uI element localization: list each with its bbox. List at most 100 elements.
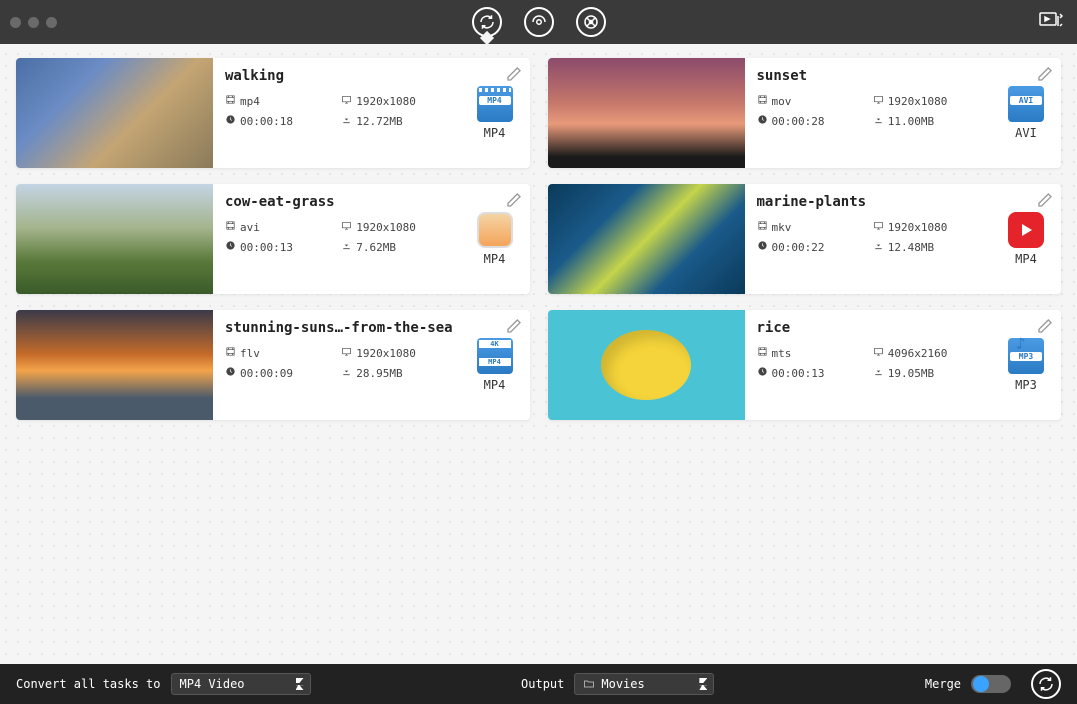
- video-thumbnail: [548, 58, 745, 168]
- folder-icon: [583, 678, 595, 690]
- resolution-cell: 1920x1080: [341, 346, 453, 360]
- task-card[interactable]: marine-plantsmkv1920x108000:00:2212.48MB…: [548, 184, 1062, 294]
- task-card[interactable]: walkingmp41920x108000:00:1812.72MBMP4: [16, 58, 530, 168]
- top-mode-icons: [472, 7, 606, 37]
- format-cell: flv: [225, 346, 337, 360]
- monitor-icon: [341, 94, 352, 108]
- task-title: sunset: [757, 68, 986, 84]
- task-grid: walkingmp41920x108000:00:1812.72MBMP4sun…: [0, 44, 1077, 434]
- duration-cell: 00:00:13: [225, 240, 337, 254]
- merge-toggle[interactable]: [971, 675, 1011, 693]
- footer: Convert all tasks to MP4 Video Output Mo…: [0, 664, 1077, 704]
- monitor-icon: [873, 94, 884, 108]
- film-icon: [757, 346, 768, 360]
- close-dot[interactable]: [10, 17, 21, 28]
- duration-cell: 00:00:22: [757, 240, 869, 254]
- video-thumbnail: [16, 58, 213, 168]
- edit-button[interactable]: [506, 66, 522, 86]
- monitor-icon: [341, 220, 352, 234]
- resolution-cell: 1920x1080: [341, 220, 453, 234]
- format-icon: [477, 86, 513, 122]
- output-label: MP4: [484, 378, 506, 392]
- edit-button[interactable]: [1037, 192, 1053, 212]
- convert-all-label: Convert all tasks to: [16, 677, 161, 691]
- resolution-cell: 4096x2160: [873, 346, 985, 360]
- output-label: MP3: [1015, 378, 1037, 392]
- film-icon: [225, 220, 236, 234]
- task-info: walkingmp41920x108000:00:1812.72MB: [213, 58, 466, 168]
- task-title: marine-plants: [757, 194, 986, 210]
- clock-icon: [225, 366, 236, 380]
- run-button[interactable]: [1031, 669, 1061, 699]
- edit-button[interactable]: [506, 192, 522, 212]
- video-thumbnail: [16, 310, 213, 420]
- format-cell: mp4: [225, 94, 337, 108]
- format-icon: [477, 212, 513, 248]
- download-icon: [341, 240, 352, 254]
- task-info: ricemts4096x216000:00:1319.05MB: [745, 310, 998, 420]
- merge-label: Merge: [925, 677, 961, 691]
- download-icon: [873, 240, 884, 254]
- max-dot[interactable]: [46, 17, 57, 28]
- task-info: marine-plantsmkv1920x108000:00:2212.48MB: [745, 184, 998, 294]
- task-card[interactable]: sunset mov 1920x1080 00:00:28 11.00MB AVI: [548, 58, 1062, 168]
- convert-format-select[interactable]: MP4 Video: [171, 673, 311, 695]
- format-icon: [1008, 338, 1044, 374]
- edit-button[interactable]: [1037, 318, 1053, 338]
- clock-icon: [757, 114, 768, 128]
- task-title: stunning-suns…-from-the-sea: [225, 320, 454, 336]
- video-thumbnail: [548, 184, 745, 294]
- film-icon: [225, 346, 236, 360]
- download-mode-icon[interactable]: [524, 7, 554, 37]
- size-cell: 12.72MB: [341, 114, 453, 128]
- download-icon: [341, 114, 352, 128]
- clock-icon: [757, 240, 768, 254]
- edit-button[interactable]: [506, 318, 522, 338]
- duration-cell: 00:00:28: [757, 114, 869, 128]
- media-mode-icon[interactable]: [576, 7, 606, 37]
- output-label: AVI: [1015, 126, 1037, 140]
- size-cell: 7.62MB: [341, 240, 453, 254]
- size-cell: 28.95MB: [341, 366, 453, 380]
- output-folder-select[interactable]: Movies: [574, 673, 714, 695]
- task-info: sunset mov 1920x1080 00:00:28 11.00MB: [745, 58, 998, 168]
- task-info: cow-eat-grassavi1920x108000:00:137.62MB: [213, 184, 466, 294]
- film-icon: [757, 220, 768, 234]
- task-info: stunning-suns…-from-the-sea flv 1920x1080 0…: [213, 310, 466, 420]
- format-icon: [1008, 86, 1044, 122]
- format-icon: [477, 338, 513, 374]
- resolution-cell: 1920x1080: [873, 220, 985, 234]
- output-label: MP4: [484, 252, 506, 266]
- window-controls: [10, 17, 57, 28]
- clock-icon: [225, 114, 236, 128]
- output-label: MP4: [1015, 252, 1037, 266]
- min-dot[interactable]: [28, 17, 39, 28]
- task-card[interactable]: ricemts4096x216000:00:1319.05MBMP3: [548, 310, 1062, 420]
- task-card[interactable]: stunning-suns…-from-the-sea flv 1920x1080 0…: [16, 310, 530, 420]
- download-icon: [873, 366, 884, 380]
- duration-cell: 00:00:09: [225, 366, 337, 380]
- clock-icon: [225, 240, 236, 254]
- output-label: MP4: [484, 126, 506, 140]
- duration-cell: 00:00:18: [225, 114, 337, 128]
- video-thumbnail: [16, 184, 213, 294]
- convert-mode-icon[interactable]: [472, 7, 502, 37]
- task-card[interactable]: cow-eat-grassavi1920x108000:00:137.62MBM…: [16, 184, 530, 294]
- library-icon[interactable]: [1039, 10, 1063, 34]
- monitor-icon: [873, 220, 884, 234]
- format-cell: mts: [757, 346, 869, 360]
- size-cell: 11.00MB: [873, 114, 985, 128]
- monitor-icon: [873, 346, 884, 360]
- resolution-cell: 1920x1080: [873, 94, 985, 108]
- duration-cell: 00:00:13: [757, 366, 869, 380]
- monitor-icon: [341, 346, 352, 360]
- resolution-cell: 1920x1080: [341, 94, 453, 108]
- task-title: rice: [757, 320, 986, 336]
- clock-icon: [757, 366, 768, 380]
- output-label: Output: [521, 677, 564, 691]
- format-cell: avi: [225, 220, 337, 234]
- format-cell: mkv: [757, 220, 869, 234]
- format-cell: mov: [757, 94, 869, 108]
- edit-button[interactable]: [1037, 66, 1053, 86]
- film-icon: [225, 94, 236, 108]
